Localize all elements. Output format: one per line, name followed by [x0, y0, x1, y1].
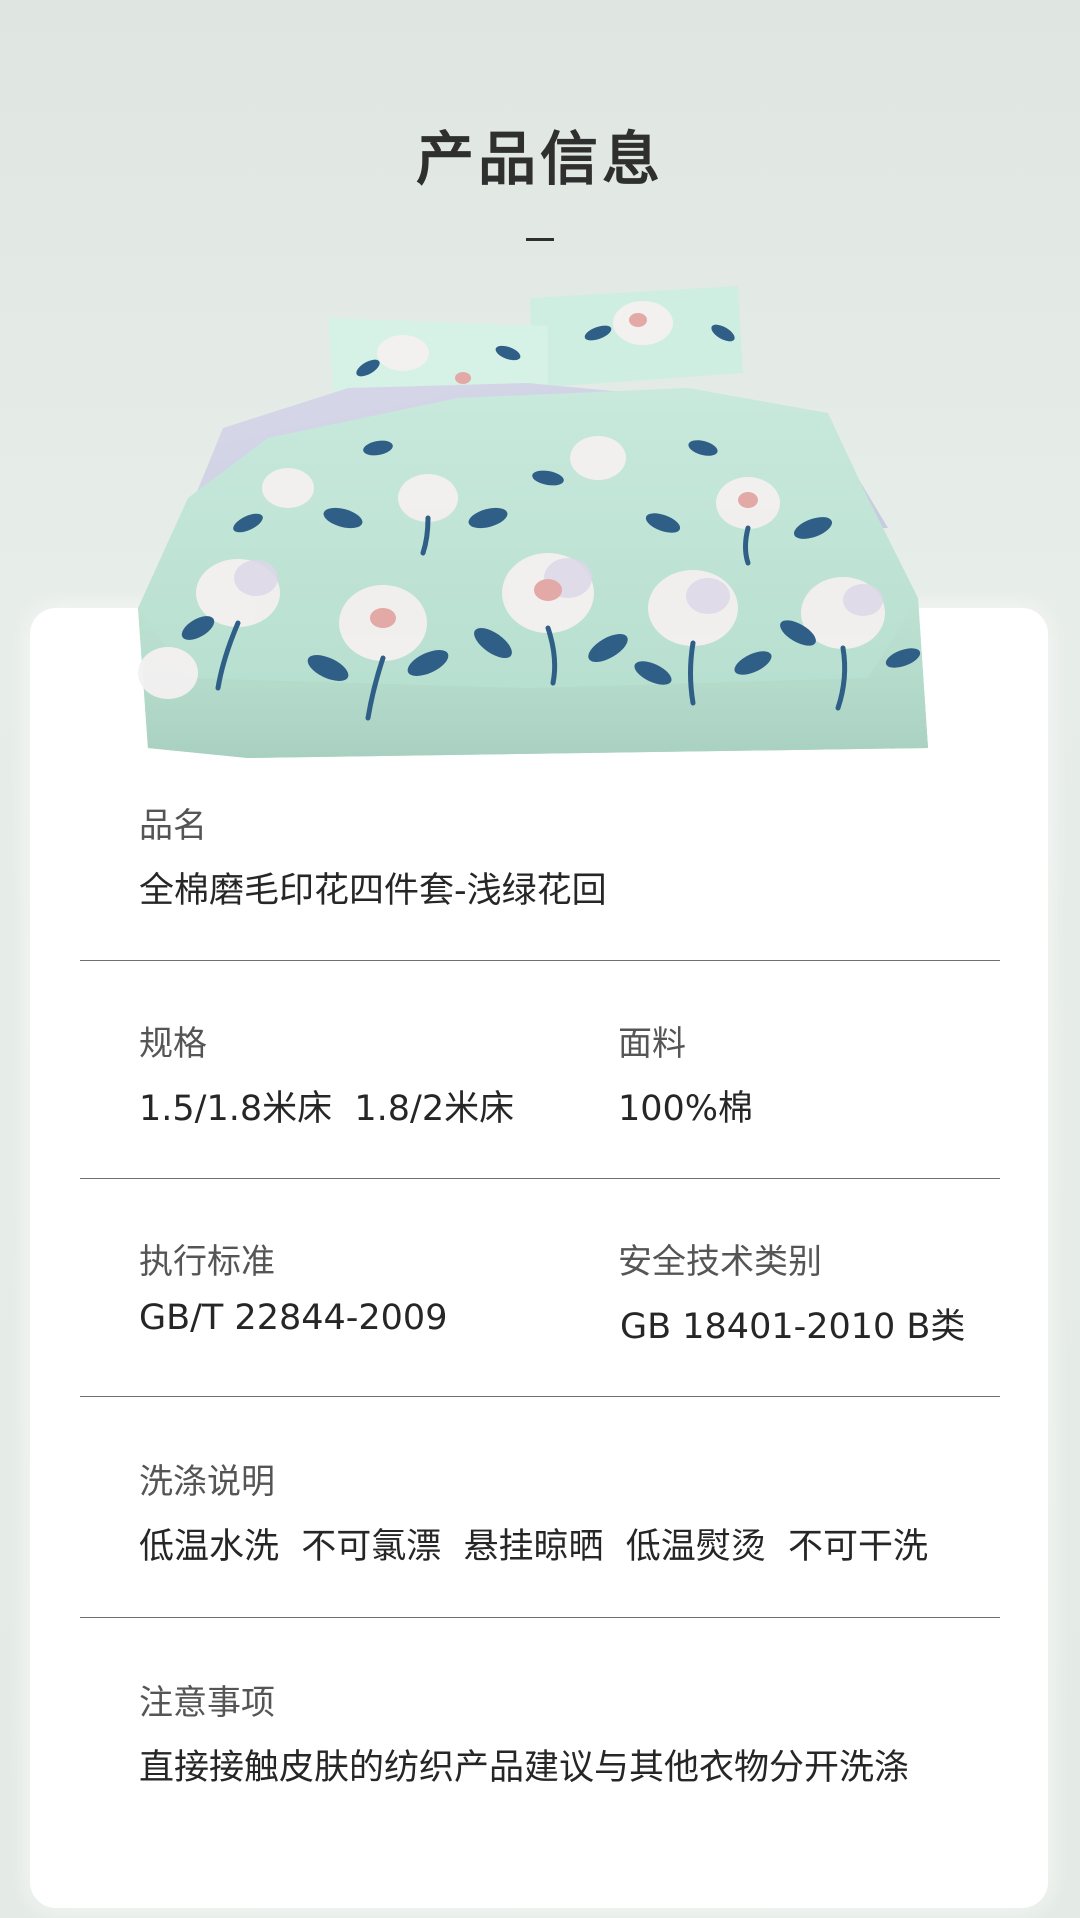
title-divider [526, 238, 554, 241]
product-name-value: 全棉磨毛印花四件套-浅绿花回 [139, 871, 607, 911]
standard-value: GB/T 22844-2009 [139, 1298, 448, 1338]
notice-label: 注意事项 [139, 1683, 275, 1723]
divider [80, 1396, 1000, 1397]
divider [80, 1617, 1000, 1618]
product-name-label: 品名 [139, 806, 207, 846]
divider [80, 960, 1000, 961]
fabric-value: 100%棉 [618, 1089, 754, 1129]
safety-category-label: 安全技术类别 [618, 1242, 822, 1282]
safety-category-value: GB 18401-2010 B类 [620, 1307, 966, 1347]
bedding-set-photo [128, 278, 952, 768]
fabric-label: 面料 [618, 1024, 686, 1064]
spec-value: 1.5/1.8米床 1.8/2米床 [139, 1089, 515, 1129]
page-title: 产品信息 [415, 125, 664, 193]
standard-label: 执行标准 [139, 1242, 275, 1282]
spec-label: 规格 [139, 1024, 207, 1064]
washing-label: 洗涤说明 [139, 1462, 275, 1502]
divider [80, 1178, 1000, 1179]
washing-value: 低温水洗 不可氯漂 悬挂晾晒 低温熨烫 不可干洗 [139, 1527, 929, 1567]
notice-value: 直接接触皮肤的纺织产品建议与其他衣物分开洗涤 [139, 1748, 910, 1788]
